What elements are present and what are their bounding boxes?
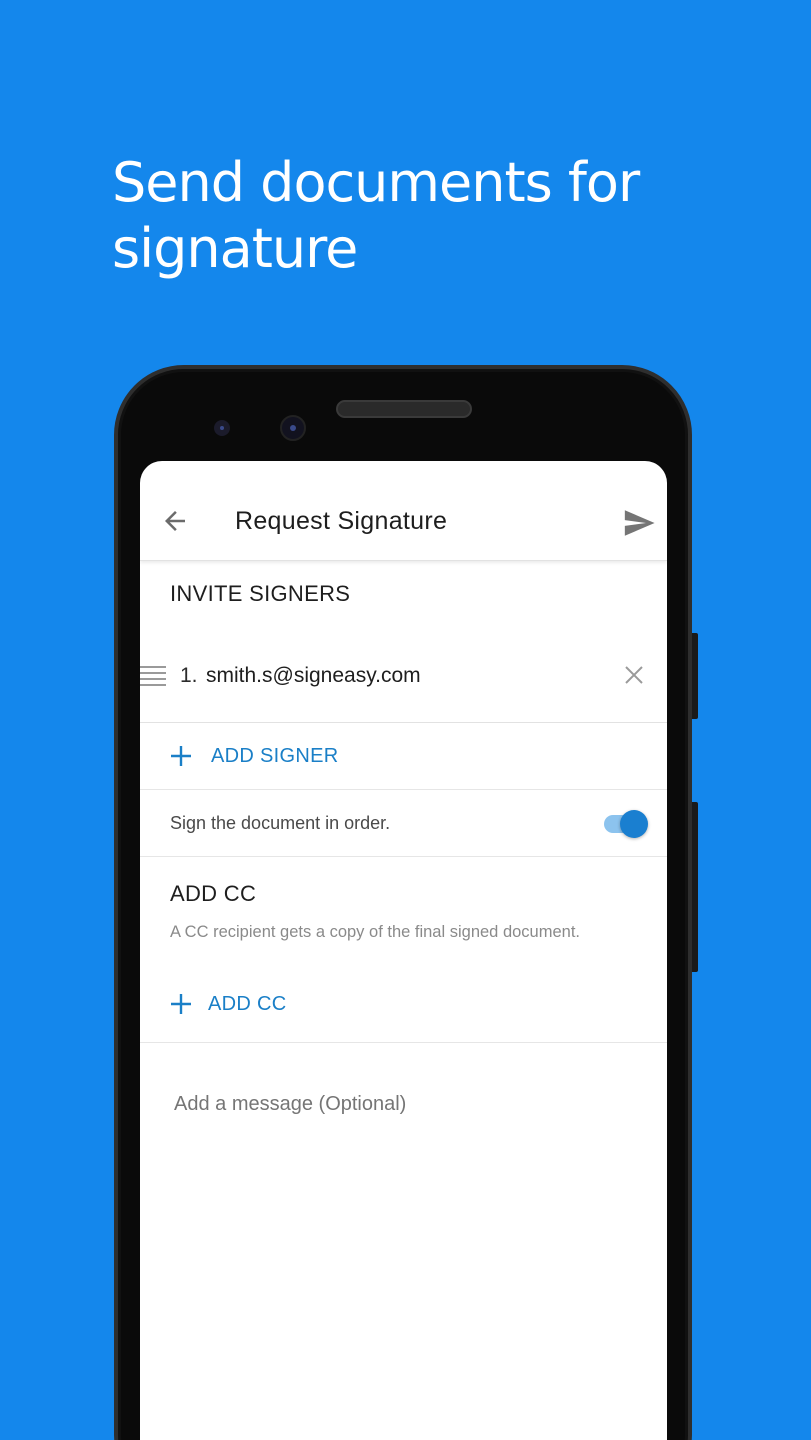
close-icon [625,666,643,684]
add-signer-button[interactable]: ADD SIGNER [140,737,667,789]
headline: Send documents for signature [112,151,640,280]
plus-icon [171,994,191,1014]
phone-sensor [214,420,230,436]
add-cc-title: ADD CC [170,881,257,906]
message-input[interactable] [174,1093,634,1116]
phone-camera [280,415,306,441]
send-icon [624,510,655,536]
toggle-thumb [620,810,648,838]
signer-email[interactable]: smith.s@signeasy.com [206,664,421,688]
arrow-left-icon [165,511,185,531]
divider [140,1042,667,1043]
cc-description: A CC recipient gets a copy of the final … [170,923,580,941]
drag-handle-icon [140,666,166,686]
add-signer-label: ADD SIGNER [211,745,339,767]
drag-handle[interactable] [140,664,166,688]
signer-row: 1. smith.s@signeasy.com [140,641,667,723]
signer-number: 1. [180,664,198,687]
page-title: Request Signature [235,507,448,535]
remove-signer-button[interactable] [622,663,646,687]
back-button[interactable] [160,506,190,536]
app-screen: Request Signature INVITE SIGNERS 1. smit… [140,461,667,1440]
invite-signers-title: INVITE SIGNERS [170,581,351,606]
send-button[interactable] [622,506,656,540]
sign-in-order-label: Sign the document in order. [170,813,391,833]
divider [140,789,667,790]
add-cc-label: ADD CC [208,993,287,1015]
add-cc-button[interactable]: ADD CC [140,985,667,1037]
app-bar: Request Signature [140,461,667,561]
phone-speaker [336,400,472,418]
sign-in-order-toggle[interactable] [604,809,650,839]
divider [140,856,667,857]
plus-icon [171,746,191,766]
